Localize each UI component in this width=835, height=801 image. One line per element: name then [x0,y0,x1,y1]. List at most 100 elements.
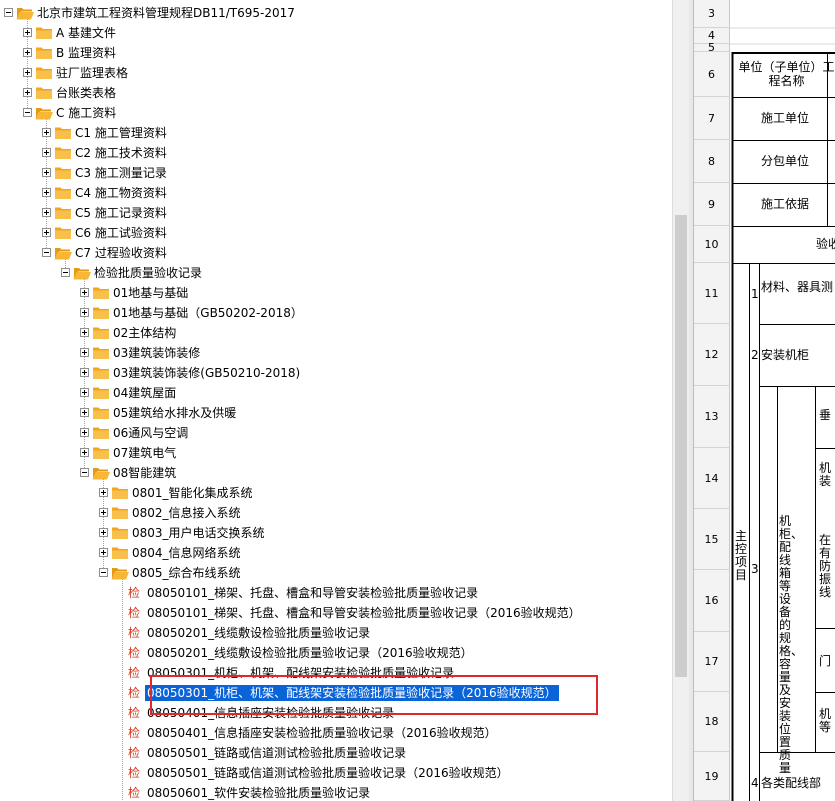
folder-open-icon [111,566,129,580]
collapse-icon[interactable] [42,248,51,257]
item-number-3: 3 [751,562,759,576]
tree-record-7[interactable]: 检 08050401_信息插座安装检验批质量验收记录（2016验收规范） [0,723,672,743]
tree-category-4[interactable]: 03建筑装饰装修(GB50210-2018) [0,363,672,383]
record-icon: 检 [128,686,141,700]
node-label: C3 施工测量记录 [75,166,167,180]
expand-icon[interactable] [80,408,89,417]
collapse-icon[interactable] [23,108,32,117]
item-number-4: 4 [751,776,759,790]
expand-icon[interactable] [23,88,32,97]
collapse-icon[interactable] [80,468,89,477]
node-label: C5 施工记录资料 [75,206,167,220]
collapse-icon[interactable] [61,268,70,277]
tree-category-8[interactable]: 07建筑电气 [0,443,672,463]
expand-icon[interactable] [80,288,89,297]
node-label: 驻厂监理表格 [56,66,129,80]
collapse-icon[interactable] [4,8,13,17]
node-label: C6 施工试验资料 [75,226,167,240]
tree-record-8[interactable]: 检 08050501_链路或信道测试检验批质量验收记录 [0,743,672,763]
label-acceptance: 验收 [816,237,835,251]
expand-icon[interactable] [99,528,108,537]
expand-icon[interactable] [23,48,32,57]
expand-icon[interactable] [80,368,89,377]
tree-group-0[interactable]: A 基建文件 [0,23,672,43]
expand-icon[interactable] [99,548,108,557]
node-label: 08050201_线缆敷设检验批质量验收记录 [147,626,371,640]
tree-category-3[interactable]: 03建筑装饰装修 [0,343,672,363]
expand-icon[interactable] [42,208,51,217]
tree-inspection-lot[interactable]: 检验批质量验收记录 [0,263,672,283]
node-label: 06通风与空调 [113,426,189,440]
expand-icon[interactable] [80,388,89,397]
expand-icon[interactable] [42,188,51,197]
tree-system-2[interactable]: 0803_用户电话交换系统 [0,523,672,543]
record-icon: 检 [128,726,141,740]
record-icon: 检 [128,626,141,640]
expand-icon[interactable] [80,448,89,457]
tree-c-child-3[interactable]: C4 施工物资资料 [0,183,672,203]
node-label: 08050201_线缆敷设检验批质量验收记录（2016验收规范） [147,646,473,660]
tree-record-1[interactable]: 检 08050101_梯架、托盘、槽盒和导管安装检验批质量验收记录（2016验收规… [0,603,672,623]
node-label: 08050501_链路或信道测试检验批质量验收记录 [147,746,407,760]
expand-icon[interactable] [99,488,108,497]
expand-icon[interactable] [80,308,89,317]
tree-category-7[interactable]: 06通风与空调 [0,423,672,443]
folder-icon [92,386,110,400]
expand-icon[interactable] [80,348,89,357]
scrollbar-thumb[interactable] [675,215,687,677]
folder-open-icon [16,6,34,20]
tree-c-child-6[interactable]: C7 过程验收资料 [0,243,672,263]
expand-icon[interactable] [80,328,89,337]
tree-record-3[interactable]: 检 08050201_线缆敷设检验批质量验收记录（2016验收规范） [0,643,672,663]
folder-icon [54,186,72,200]
expand-icon[interactable] [23,68,32,77]
tree-category-5[interactable]: 04建筑屋面 [0,383,672,403]
node-label: C7 过程验收资料 [75,246,167,260]
expand-icon[interactable] [42,128,51,137]
node-label: 05建筑给水排水及供暖 [113,406,237,420]
tree-record-10[interactable]: 检 08050601_软件安装检验批质量验收记录 [0,783,672,801]
node-label: 08050601_软件安装检验批质量验收记录 [147,786,371,800]
tree-c-child-0[interactable]: C1 施工管理资料 [0,123,672,143]
folder-icon [54,226,72,240]
tree-category-0[interactable]: 01地基与基础 [0,283,672,303]
tree-c-child-1[interactable]: C2 施工技术资料 [0,143,672,163]
record-icon: 检 [128,586,141,600]
tree-system-1[interactable]: 0802_信息接入系统 [0,503,672,523]
collapse-icon[interactable] [99,568,108,577]
tree-category-1[interactable]: 01地基与基础（GB50202-2018） [0,303,672,323]
tree-system-0[interactable]: 0801_智能化集成系统 [0,483,672,503]
tree-root[interactable]: 北京市建筑工程资料管理规程DB11/T695-2017 [0,3,672,23]
expand-icon[interactable] [23,28,32,37]
tree-group-4[interactable]: C 施工资料 [0,103,672,123]
tree-category-2[interactable]: 02主体结构 [0,323,672,343]
folder-icon [54,126,72,140]
expand-icon[interactable] [42,168,51,177]
node-label: 08050401_信息插座安装检验批质量验收记录（2016验收规范） [147,726,497,740]
tree-c-child-2[interactable]: C3 施工测量记录 [0,163,672,183]
tree-record-9[interactable]: 检 08050501_链路或信道测试检验批质量验收记录（2016验收规范） [0,763,672,783]
tree-c-child-4[interactable]: C5 施工记录资料 [0,203,672,223]
tree-group-2[interactable]: 驻厂监理表格 [0,63,672,83]
tree-group-1[interactable]: B 监理资料 [0,43,672,63]
tree-c-child-5[interactable]: C6 施工试验资料 [0,223,672,243]
tree-record-2[interactable]: 检 08050201_线缆敷设检验批质量验收记录 [0,623,672,643]
tree-system-4[interactable]: 0805_综合布线系统 [0,563,672,583]
folder-icon [35,46,53,60]
expand-icon[interactable] [99,508,108,517]
tree-group-3[interactable]: 台账类表格 [0,83,672,103]
tree-category-9[interactable]: 08智能建筑 [0,463,672,483]
tree-system-3[interactable]: 0804_信息网络系统 [0,543,672,563]
folder-icon [111,506,129,520]
label-unit-name: 单位（子单位）工程名称 [738,60,835,88]
item-number-2: 2 [751,348,759,362]
item-3d-label: 门 [819,654,832,668]
expand-icon[interactable] [42,148,51,157]
tree-category-6[interactable]: 05建筑给水排水及供暖 [0,403,672,423]
expand-icon[interactable] [42,228,51,237]
expand-icon[interactable] [80,428,89,437]
node-label: 0801_智能化集成系统 [132,486,253,500]
tree-record-0[interactable]: 检 08050101_梯架、托盘、槽盒和导管安装检验批质量验收记录 [0,583,672,603]
label-construction-unit: 施工单位 [761,111,810,125]
tree-scrollbar[interactable] [672,0,689,801]
